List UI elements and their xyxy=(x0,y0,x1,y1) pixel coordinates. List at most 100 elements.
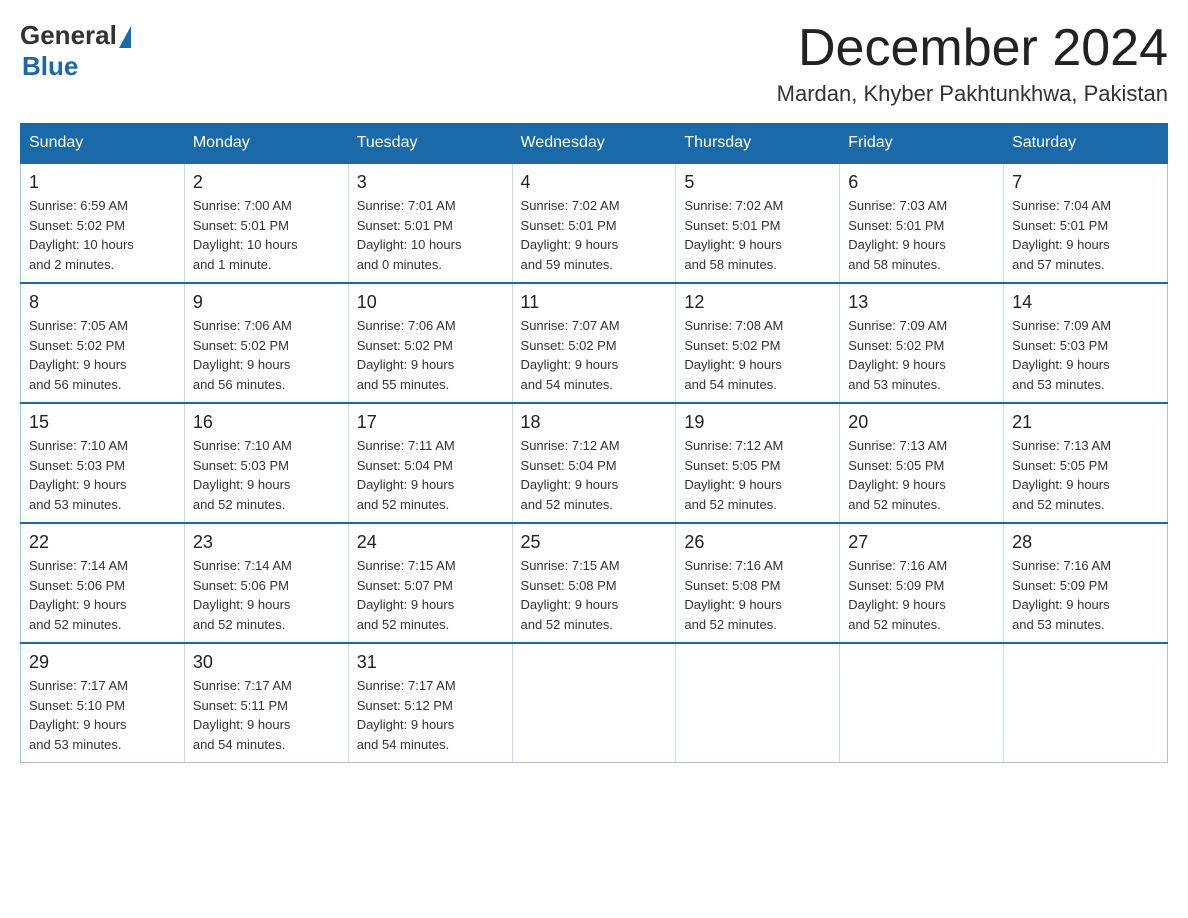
calendar-cell: 22 Sunrise: 7:14 AM Sunset: 5:06 PM Dayli… xyxy=(21,523,185,643)
day-number: 5 xyxy=(684,172,831,193)
day-number: 15 xyxy=(29,412,176,433)
day-info: Sunrise: 7:11 AM Sunset: 5:04 PM Dayligh… xyxy=(357,438,455,512)
calendar-cell: 18Sunrise: 7:12 AM Sunset: 5:04 PM Dayli… xyxy=(512,403,676,523)
day-info: Sunrise: 7:07 AM Sunset: 5:02 PM Dayligh… xyxy=(521,318,620,392)
day-number: 13 xyxy=(848,292,995,313)
calendar-cell: 6 Sunrise: 7:03 AM Sunset: 5:01 PM Daylig… xyxy=(840,163,1004,283)
day-number: 11 xyxy=(521,292,668,313)
day-info: Sunrise: 7:16 AM Sunset: 5:09 PM Dayligh… xyxy=(848,558,947,632)
day-info: Sunrise: 7:17 AM Sunset: 5:11 PM Dayligh… xyxy=(193,678,292,752)
calendar-cell: 12 Sunrise: 7:08 AM Sunset: 5:02 PM Dayli… xyxy=(676,283,840,403)
calendar-header-row: SundayMondayTuesdayWednesdayThursdayFrid… xyxy=(21,124,1168,164)
header-friday: Friday xyxy=(840,124,1004,164)
day-info: Sunrise: 7:12 AM Sunset: 5:05 PM Dayligh… xyxy=(684,438,783,512)
week-row-1: 1Sunrise: 6:59 AM Sunset: 5:02 PM Daylig… xyxy=(21,163,1168,283)
calendar-cell: 1Sunrise: 6:59 AM Sunset: 5:02 PM Daylig… xyxy=(21,163,185,283)
calendar-cell: 7Sunrise: 7:04 AM Sunset: 5:01 PM Daylig… xyxy=(1004,163,1168,283)
day-number: 1 xyxy=(29,172,176,193)
calendar-cell: 4Sunrise: 7:02 AM Sunset: 5:01 PM Daylig… xyxy=(512,163,676,283)
day-number: 6 xyxy=(848,172,995,193)
day-info: Sunrise: 7:13 AM Sunset: 5:05 PM Dayligh… xyxy=(1012,438,1111,512)
logo-blue-text: Blue xyxy=(22,51,78,82)
day-number: 8 xyxy=(29,292,176,313)
header-thursday: Thursday xyxy=(676,124,840,164)
calendar-cell: 10 Sunrise: 7:06 AM Sunset: 5:02 PM Dayli… xyxy=(348,283,512,403)
day-info: Sunrise: 7:02 AM Sunset: 5:01 PM Dayligh… xyxy=(521,198,620,272)
day-info: Sunrise: 7:14 AM Sunset: 5:06 PM Dayligh… xyxy=(193,558,292,632)
calendar-cell: 24 Sunrise: 7:15 AM Sunset: 5:07 PM Dayli… xyxy=(348,523,512,643)
header-sunday: Sunday xyxy=(21,124,185,164)
day-info: Sunrise: 7:03 AM Sunset: 5:01 PM Dayligh… xyxy=(848,198,947,272)
day-info: Sunrise: 7:16 AM Sunset: 5:09 PM Dayligh… xyxy=(1012,558,1111,632)
day-info: Sunrise: 7:13 AM Sunset: 5:05 PM Dayligh… xyxy=(848,438,947,512)
day-info: Sunrise: 7:05 AM Sunset: 5:02 PM Dayligh… xyxy=(29,318,128,392)
day-number: 12 xyxy=(684,292,831,313)
calendar-cell: 21 Sunrise: 7:13 AM Sunset: 5:05 PM Dayli… xyxy=(1004,403,1168,523)
logo-general-text: General xyxy=(20,20,117,51)
week-row-4: 22 Sunrise: 7:14 AM Sunset: 5:06 PM Dayli… xyxy=(21,523,1168,643)
logo-triangle-icon xyxy=(119,26,131,48)
day-info: Sunrise: 7:17 AM Sunset: 5:10 PM Dayligh… xyxy=(29,678,128,752)
day-number: 21 xyxy=(1012,412,1159,433)
calendar-cell: 29 Sunrise: 7:17 AM Sunset: 5:10 PM Dayli… xyxy=(21,643,185,763)
day-info: Sunrise: 7:00 AM Sunset: 5:01 PM Dayligh… xyxy=(193,198,298,272)
calendar-cell: 5Sunrise: 7:02 AM Sunset: 5:01 PM Daylig… xyxy=(676,163,840,283)
day-number: 16 xyxy=(193,412,340,433)
day-number: 27 xyxy=(848,532,995,553)
day-info: Sunrise: 7:14 AM Sunset: 5:06 PM Dayligh… xyxy=(29,558,128,632)
day-info: Sunrise: 7:01 AM Sunset: 5:01 PM Dayligh… xyxy=(357,198,462,272)
day-number: 10 xyxy=(357,292,504,313)
calendar-cell: 9Sunrise: 7:06 AM Sunset: 5:02 PM Daylig… xyxy=(184,283,348,403)
day-number: 2 xyxy=(193,172,340,193)
day-info: Sunrise: 7:08 AM Sunset: 5:02 PM Dayligh… xyxy=(684,318,783,392)
calendar-cell: 14 Sunrise: 7:09 AM Sunset: 5:03 PM Dayli… xyxy=(1004,283,1168,403)
day-info: Sunrise: 7:15 AM Sunset: 5:07 PM Dayligh… xyxy=(357,558,456,632)
day-number: 20 xyxy=(848,412,995,433)
header-wednesday: Wednesday xyxy=(512,124,676,164)
header-saturday: Saturday xyxy=(1004,124,1168,164)
week-row-2: 8 Sunrise: 7:05 AM Sunset: 5:02 PM Daylig… xyxy=(21,283,1168,403)
day-info: Sunrise: 7:10 AM Sunset: 5:03 PM Dayligh… xyxy=(29,438,128,512)
day-number: 28 xyxy=(1012,532,1159,553)
day-number: 23 xyxy=(193,532,340,553)
month-title: December 2024 xyxy=(777,20,1168,77)
calendar-cell: 30Sunrise: 7:17 AM Sunset: 5:11 PM Dayli… xyxy=(184,643,348,763)
header-monday: Monday xyxy=(184,124,348,164)
day-info: Sunrise: 7:06 AM Sunset: 5:02 PM Dayligh… xyxy=(357,318,456,392)
day-number: 7 xyxy=(1012,172,1159,193)
day-info: Sunrise: 7:15 AM Sunset: 5:08 PM Dayligh… xyxy=(521,558,620,632)
day-info: Sunrise: 7:16 AM Sunset: 5:08 PM Dayligh… xyxy=(684,558,783,632)
day-number: 25 xyxy=(521,532,668,553)
calendar-cell xyxy=(512,643,676,763)
calendar-cell: 11 Sunrise: 7:07 AM Sunset: 5:02 PM Dayli… xyxy=(512,283,676,403)
calendar-cell: 15 Sunrise: 7:10 AM Sunset: 5:03 PM Dayli… xyxy=(21,403,185,523)
day-number: 31 xyxy=(357,652,504,673)
day-info: Sunrise: 7:10 AM Sunset: 5:03 PM Dayligh… xyxy=(193,438,292,512)
day-number: 26 xyxy=(684,532,831,553)
calendar-cell: 25 Sunrise: 7:15 AM Sunset: 5:08 PM Dayli… xyxy=(512,523,676,643)
calendar-cell: 8 Sunrise: 7:05 AM Sunset: 5:02 PM Daylig… xyxy=(21,283,185,403)
calendar-cell: 3 Sunrise: 7:01 AM Sunset: 5:01 PM Daylig… xyxy=(348,163,512,283)
day-number: 22 xyxy=(29,532,176,553)
day-number: 3 xyxy=(357,172,504,193)
calendar-cell: 28 Sunrise: 7:16 AM Sunset: 5:09 PM Dayli… xyxy=(1004,523,1168,643)
header-tuesday: Tuesday xyxy=(348,124,512,164)
calendar-cell: 16 Sunrise: 7:10 AM Sunset: 5:03 PM Dayli… xyxy=(184,403,348,523)
calendar-cell: 27 Sunrise: 7:16 AM Sunset: 5:09 PM Dayli… xyxy=(840,523,1004,643)
week-row-3: 15 Sunrise: 7:10 AM Sunset: 5:03 PM Dayli… xyxy=(21,403,1168,523)
calendar-cell: 20 Sunrise: 7:13 AM Sunset: 5:05 PM Dayli… xyxy=(840,403,1004,523)
calendar-cell: 31Sunrise: 7:17 AM Sunset: 5:12 PM Dayli… xyxy=(348,643,512,763)
day-info: Sunrise: 7:09 AM Sunset: 5:03 PM Dayligh… xyxy=(1012,318,1111,392)
calendar-cell xyxy=(676,643,840,763)
day-number: 29 xyxy=(29,652,176,673)
day-number: 14 xyxy=(1012,292,1159,313)
calendar-cell: 13Sunrise: 7:09 AM Sunset: 5:02 PM Dayli… xyxy=(840,283,1004,403)
day-number: 9 xyxy=(193,292,340,313)
calendar-cell: 17Sunrise: 7:11 AM Sunset: 5:04 PM Dayli… xyxy=(348,403,512,523)
location-title: Mardan, Khyber Pakhtunkhwa, Pakistan xyxy=(777,81,1168,107)
day-number: 24 xyxy=(357,532,504,553)
week-row-5: 29 Sunrise: 7:17 AM Sunset: 5:10 PM Dayli… xyxy=(21,643,1168,763)
day-number: 19 xyxy=(684,412,831,433)
calendar-cell: 2 Sunrise: 7:00 AM Sunset: 5:01 PM Daylig… xyxy=(184,163,348,283)
calendar-cell xyxy=(840,643,1004,763)
